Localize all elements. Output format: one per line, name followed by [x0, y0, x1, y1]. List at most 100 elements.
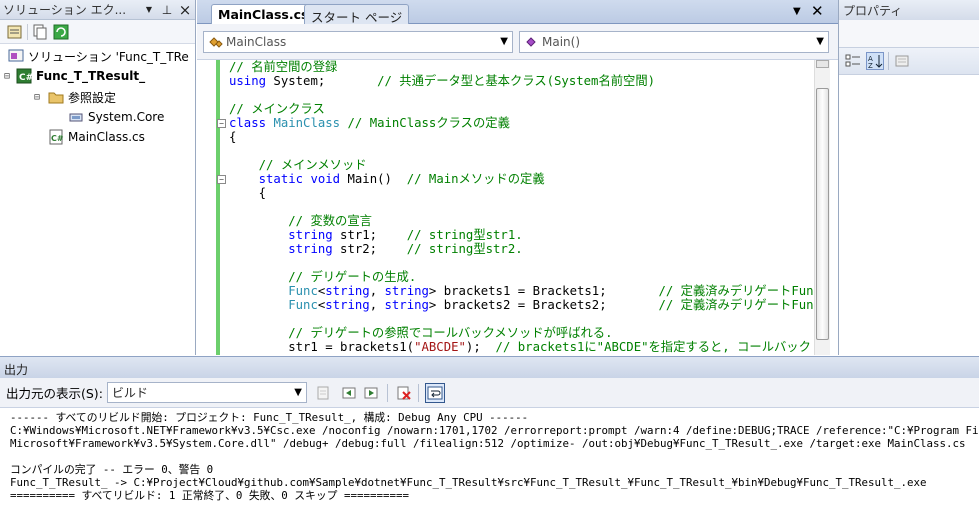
code-token: // 定義済みデリゲートFunc<: [658, 284, 814, 298]
tab-start-page[interactable]: スタート ページ: [304, 4, 410, 25]
tree-item-solution[interactable]: ソリューション 'Func_T_TRe: [8, 46, 189, 66]
code-token: > brackets2 = Brackets2;: [428, 298, 659, 312]
member-combo-value: Main(): [542, 35, 581, 49]
method-icon: [526, 37, 536, 47]
svg-text:Z: Z: [868, 62, 873, 69]
chevron-down-icon: ▼: [500, 36, 508, 47]
properties-object-selector[interactable]: [839, 20, 979, 47]
editor-vertical-scrollbar[interactable]: [814, 60, 830, 355]
close-document-icon[interactable]: ✕: [811, 2, 824, 20]
code-line[interactable]: static void Main() // Mainメソッドの定義: [229, 171, 545, 188]
output-line: Microsoft¥Framework¥v3.5¥System.Core.dll…: [10, 437, 966, 450]
code-line[interactable]: str1 = brackets1("ABCDE"); // brackets1に…: [229, 339, 811, 355]
csharp-file-icon: C#: [49, 129, 64, 145]
refresh-icon[interactable]: [52, 23, 70, 41]
code-token: // デリゲートの生成.: [288, 270, 417, 284]
code-token: // brackets1に"ABCDE"を指定すると, コールバック: [495, 340, 811, 354]
code-line[interactable]: string str2; // string型str2.: [229, 241, 523, 258]
code-line[interactable]: {: [229, 129, 236, 146]
dropdown-icon[interactable]: ▼: [141, 2, 157, 18]
tab-list-dropdown-icon[interactable]: ▼: [793, 6, 801, 17]
code-line[interactable]: {: [229, 185, 266, 202]
code-line[interactable]: Func<string, string> brackets2 = Bracket…: [229, 297, 814, 314]
scrollbar-thumb[interactable]: [816, 88, 829, 340]
code-token: {: [229, 186, 267, 200]
code-token: string: [325, 298, 370, 312]
navigation-bar: MainClass ▼ Main() ▼: [197, 24, 838, 60]
property-pages-icon[interactable]: [893, 52, 911, 70]
output-pane: 出力 出力元の表示(S): ビルド ▼ ------ すべてのリビルド開始: プ…: [0, 356, 979, 508]
output-toolbar: 出力元の表示(S): ビルド ▼: [0, 378, 979, 408]
member-combo[interactable]: Main() ▼: [519, 31, 829, 53]
clear-all-icon[interactable]: [394, 383, 414, 403]
tree-item-references[interactable]: ⊟ 参照設定: [34, 87, 116, 107]
tab-mainclass[interactable]: MainClass.cs: [211, 4, 316, 25]
code-token: // メインクラス: [229, 102, 325, 116]
type-combo[interactable]: MainClass ▼: [203, 31, 513, 53]
code-token: using: [229, 74, 267, 88]
code-token: "ABCDE": [414, 340, 466, 354]
code-token: System;: [266, 74, 378, 88]
output-line: ========== すべてリビルド: 1 正常終了、0 失敗、0 スキップ =…: [10, 489, 409, 502]
code-token: str1;: [332, 228, 407, 242]
tree-item-label: 参照設定: [68, 90, 117, 105]
splitter-handle[interactable]: [816, 60, 829, 68]
collapse-region-icon[interactable]: −: [217, 175, 226, 184]
show-all-files-icon[interactable]: [31, 23, 49, 41]
pin-icon[interactable]: ⊥: [159, 2, 175, 18]
solution-explorer-toolbar: [0, 20, 195, 44]
code-token: // string型str1.: [406, 228, 523, 242]
code-token: string: [288, 242, 333, 256]
collapse-region-icon[interactable]: −: [217, 119, 226, 128]
code-line[interactable]: class MainClass // MainClassクラスの定義: [229, 115, 510, 132]
code-token: Func: [288, 298, 318, 312]
output-line: Func_T_TResult_ -> C:¥Project¥Cloud¥gith…: [10, 476, 927, 489]
code-token: static: [258, 172, 304, 186]
output-title: 出力: [0, 356, 979, 378]
code-token: string: [288, 228, 333, 242]
type-combo-value: MainClass: [226, 35, 287, 49]
code-token: // Mainメソッドの定義: [406, 172, 545, 186]
output-line: ------ すべてのリビルド開始: プロジェクト: Func_T_TResul…: [10, 411, 529, 424]
code-line[interactable]: using System; // 共通データ型と基本クラス(System名前空間…: [229, 73, 655, 90]
code-token: MainClass: [273, 116, 341, 130]
output-line: C:¥Windows¥Microsoft.NET¥Framework¥v3.5¥…: [10, 424, 979, 437]
code-editor-pane: MainClass.cs スタート ページ ▼ ✕ MainClass ▼ Ma…: [197, 0, 838, 355]
code-token: str2;: [332, 242, 407, 256]
next-message-icon[interactable]: [361, 383, 381, 403]
collapse-icon[interactable]: ⊟: [4, 71, 16, 82]
properties-pane: プロパティ AZ: [838, 0, 979, 355]
collapse-icon[interactable]: ⊟: [34, 92, 48, 103]
svg-text:C#: C#: [51, 134, 64, 143]
properties-icon[interactable]: [6, 23, 24, 41]
code-token: // MainClassクラスの定義: [347, 116, 510, 130]
tree-item-mainclass[interactable]: C# MainClass.cs: [48, 127, 145, 147]
code-token: Main(): [340, 172, 407, 186]
output-source-select[interactable]: ビルド ▼: [106, 382, 307, 403]
tree-item-label: System.Core: [88, 110, 165, 124]
code-token: // デリゲートの参照でコールバックメソッドが呼ばれる.: [288, 326, 613, 340]
tree-item-system-core[interactable]: System.Core: [68, 107, 164, 127]
word-wrap-toggle-icon[interactable]: [424, 382, 445, 403]
code-area[interactable]: // 名前空間の登録 using System; // 共通データ型と基本クラス(…: [197, 60, 814, 355]
code-token: // 変数の宣言: [288, 214, 372, 228]
go-to-line-icon[interactable]: [313, 383, 333, 403]
solution-icon: [8, 49, 24, 62]
code-token: // string型str2.: [406, 242, 523, 256]
output-line: コンパイルの完了 -- エラー 0、警告 0: [10, 463, 214, 476]
categorized-icon[interactable]: [844, 52, 862, 70]
code-token: // 定義済みデリゲートFunc<: [658, 298, 814, 312]
previous-message-icon[interactable]: [339, 383, 359, 403]
output-source-label: 出力元の表示(S):: [6, 386, 103, 401]
code-token: string: [384, 298, 429, 312]
class-icon: [209, 37, 223, 48]
close-icon[interactable]: ×: [177, 1, 193, 19]
tree-item-project[interactable]: ⊟ C# Func_T_TResult_: [4, 66, 145, 86]
alphabetical-sort-icon[interactable]: AZ: [866, 52, 884, 70]
